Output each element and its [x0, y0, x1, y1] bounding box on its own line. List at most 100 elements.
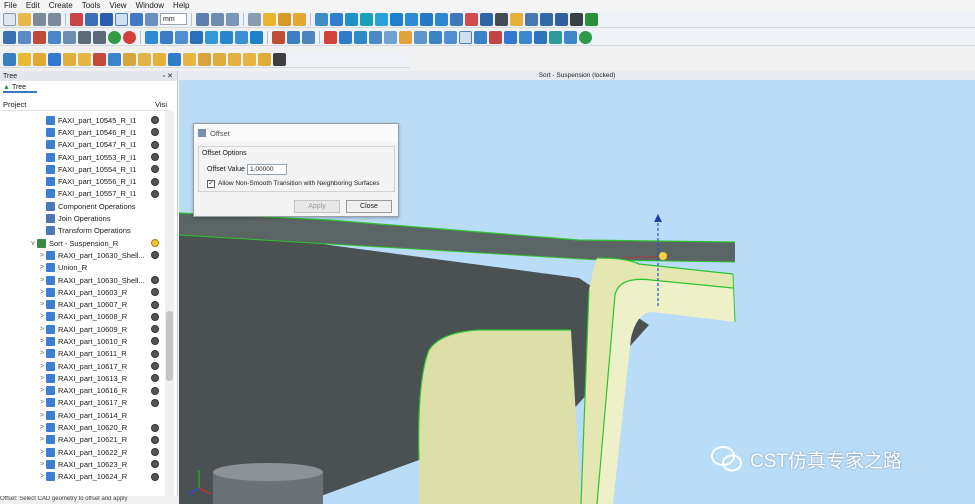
ellipse-icon[interactable] — [108, 52, 121, 66]
layer-icon[interactable] — [33, 30, 46, 44]
tree-expander-icon[interactable]: > — [38, 277, 46, 284]
tree-expander-icon[interactable]: > — [38, 363, 46, 370]
gizmo-handle-icon[interactable] — [659, 252, 667, 260]
face-icon[interactable] — [459, 30, 472, 44]
tree-row[interactable]: FAXI_part_10546_R_I1 — [0, 126, 165, 138]
antenna-icon[interactable] — [405, 12, 418, 26]
project-icon[interactable] — [3, 30, 16, 44]
visibility-icon[interactable] — [151, 460, 159, 469]
move-icon[interactable] — [85, 12, 98, 26]
apply-button[interactable]: Apply — [294, 200, 340, 213]
constraint-icon[interactable] — [213, 52, 226, 66]
tree-row[interactable]: Transform Operations — [0, 225, 165, 237]
sweep-icon[interactable] — [205, 30, 218, 44]
cancel-icon[interactable] — [123, 30, 136, 44]
extrude-icon[interactable] — [235, 30, 248, 44]
tree-row[interactable]: > RAXI_part_10617_R — [0, 360, 165, 372]
tree-row[interactable]: > RAXI_part_10630_Shell... — [0, 274, 165, 286]
arrow-icon[interactable] — [435, 12, 448, 26]
line-icon[interactable] — [18, 52, 31, 66]
surface-icon[interactable] — [293, 12, 306, 26]
sketch-icon[interactable] — [3, 52, 16, 66]
tree-row[interactable]: FAXI_part_10545_R_I1 — [0, 114, 165, 126]
visibility-icon[interactable] — [151, 362, 159, 371]
bucket-icon[interactable] — [534, 30, 547, 44]
units-select[interactable]: mm — [160, 13, 187, 25]
visibility-icon[interactable] — [151, 448, 159, 457]
split-icon[interactable] — [324, 30, 337, 44]
tree-expander-icon[interactable]: > — [38, 387, 46, 394]
tree-row[interactable]: > RAXI_part_10607_R — [0, 298, 165, 310]
pattern-icon[interactable] — [495, 12, 508, 26]
shape-icon[interactable] — [480, 12, 493, 26]
loft-icon[interactable] — [220, 30, 233, 44]
edge-icon[interactable] — [474, 30, 487, 44]
point-icon[interactable] — [123, 52, 136, 66]
visibility-icon[interactable] — [151, 472, 159, 481]
snap-icon[interactable] — [130, 12, 143, 26]
project-curve-icon[interactable] — [168, 52, 181, 66]
vertex-icon[interactable] — [489, 30, 502, 44]
tree-row[interactable]: FAXI_part_10553_R_I1 — [0, 151, 165, 163]
mirror-icon[interactable] — [525, 12, 538, 26]
circle-icon[interactable] — [93, 52, 106, 66]
tree-expander-icon[interactable]: v — [29, 240, 37, 247]
tree-row[interactable]: > RAXI_part_10611_R — [0, 348, 165, 360]
spline-icon[interactable] — [48, 52, 61, 66]
accept-icon[interactable] — [108, 30, 121, 44]
box-icon[interactable] — [248, 12, 261, 26]
new-file-icon[interactable] — [3, 12, 16, 26]
visibility-icon[interactable] — [151, 189, 159, 198]
panel-pin-icon[interactable]: ▫ ✕ — [163, 72, 173, 80]
group-icon[interactable] — [63, 30, 76, 44]
tree-scrollbar-thumb[interactable] — [166, 311, 173, 381]
lock-icon[interactable] — [570, 12, 583, 26]
tree-row[interactable]: FAXI_part_10547_R_I1 — [0, 139, 165, 151]
open-file-icon[interactable] — [18, 12, 31, 26]
boolean-icon[interactable] — [444, 30, 457, 44]
close-button[interactable]: Close — [346, 200, 392, 213]
tree-row[interactable]: Join Operations — [0, 212, 165, 224]
tree-expander-icon[interactable]: > — [38, 350, 46, 357]
solid-icon[interactable] — [278, 12, 291, 26]
arc-icon[interactable] — [33, 52, 46, 66]
globe-icon[interactable] — [465, 12, 478, 26]
scale-icon[interactable] — [160, 30, 173, 44]
tree-expander-icon[interactable]: > — [38, 461, 46, 468]
tree-row[interactable]: > RAXI_part_10624_R — [0, 471, 165, 483]
tree-expander-icon[interactable]: > — [38, 326, 46, 333]
axis-icon[interactable] — [145, 12, 158, 26]
visibility-icon[interactable] — [151, 349, 159, 358]
menu-view[interactable]: View — [109, 1, 126, 10]
visibility-icon[interactable] — [151, 276, 159, 284]
tree-expander-icon[interactable]: > — [38, 412, 46, 419]
pattern-curve-icon[interactable] — [198, 52, 211, 66]
tree-row[interactable]: Component Operations — [0, 200, 165, 212]
tree-expander-icon[interactable]: > — [38, 264, 46, 271]
tree-row[interactable]: > RAXI_part_10630_Shell... — [0, 249, 165, 261]
redo-icon[interactable] — [93, 30, 106, 44]
visibility-mixed-icon[interactable] — [151, 239, 159, 248]
cut-icon[interactable] — [429, 30, 442, 44]
refresh-icon[interactable] — [579, 30, 592, 44]
visibility-icon[interactable] — [151, 312, 159, 321]
chamfer-icon[interactable] — [384, 30, 397, 44]
text-icon[interactable] — [243, 52, 256, 66]
pin-icon[interactable] — [272, 30, 285, 44]
tree-expander-icon[interactable]: > — [38, 301, 46, 308]
visibility-icon[interactable] — [151, 325, 159, 334]
align-icon[interactable] — [540, 12, 553, 26]
visibility-icon[interactable] — [151, 140, 159, 149]
curve-icon[interactable] — [390, 12, 403, 26]
tree-row[interactable]: > RAXI_part_10623_R — [0, 458, 165, 470]
visibility-icon[interactable] — [151, 435, 159, 444]
tree-expander-icon[interactable]: > — [38, 473, 46, 480]
cube-icon[interactable] — [263, 12, 276, 26]
intersect-icon[interactable] — [183, 52, 196, 66]
tree-expander-icon[interactable]: > — [38, 424, 46, 431]
offset-icon[interactable] — [190, 30, 203, 44]
dimension-icon[interactable] — [228, 52, 241, 66]
visibility-icon[interactable] — [151, 374, 159, 383]
tree-row[interactable]: > RAXI_part_10603_R — [0, 286, 165, 298]
tree-expander-icon[interactable]: > — [38, 399, 46, 406]
